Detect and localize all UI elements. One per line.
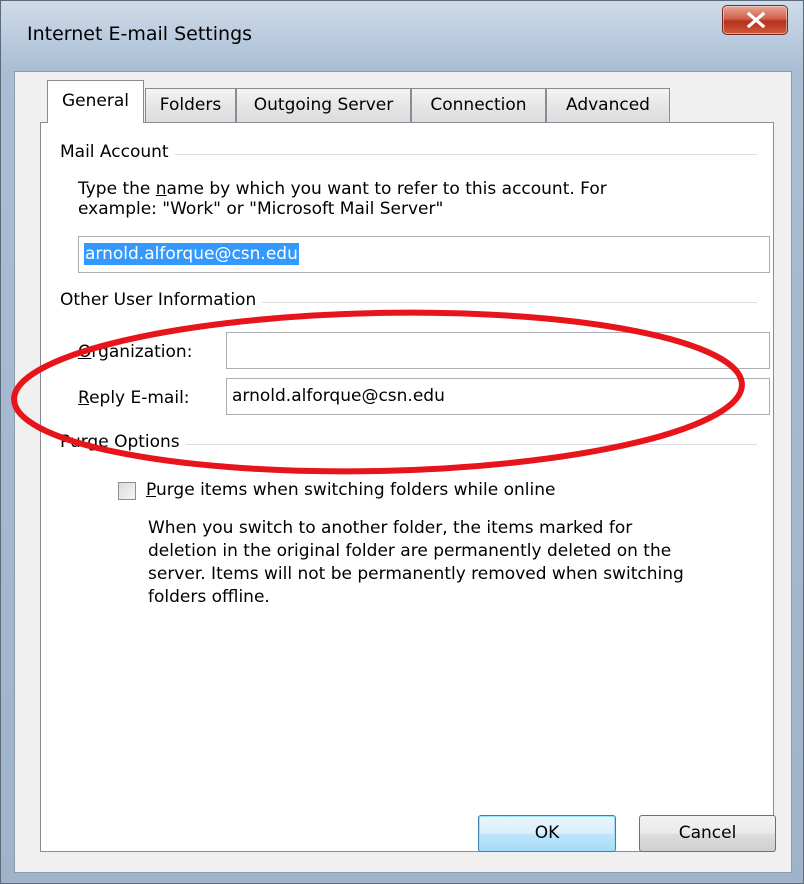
- reply-email-input[interactable]: arnold.alforque@csn.edu: [226, 378, 770, 415]
- purge-description-line2: deletion in the original folder are perm…: [148, 541, 672, 561]
- account-name-input[interactable]: arnold.alforque@csn.edu: [78, 236, 770, 273]
- general-tab-panel: Mail Account Type the name by which you …: [40, 122, 774, 852]
- organization-label: Organization:: [78, 342, 193, 362]
- window-title: Internet E-mail Settings: [27, 23, 253, 45]
- tab-advanced[interactable]: Advanced: [546, 88, 670, 122]
- account-name-value: arnold.alforque@csn.edu: [84, 243, 299, 265]
- reply-email-label: Reply E-mail:: [78, 388, 190, 408]
- other-user-info-group-title: Other User Information: [60, 290, 263, 310]
- tab-general[interactable]: General: [47, 80, 144, 123]
- dialog-window: Internet E-mail Settings General Folders…: [0, 0, 804, 884]
- dialog-body: General Folders Outgoing Server Connecti…: [14, 71, 792, 873]
- tab-advanced-label: Advanced: [566, 95, 650, 115]
- organization-input[interactable]: [226, 332, 770, 369]
- mail-account-group-title: Mail Account: [60, 142, 175, 162]
- purge-items-checkbox-label[interactable]: Purge items when switching folders while…: [146, 480, 555, 501]
- ok-button[interactable]: OK: [478, 815, 616, 852]
- tab-folders-label: Folders: [159, 95, 222, 115]
- tab-general-label: General: [62, 91, 129, 111]
- tab-connection-label: Connection: [430, 95, 527, 115]
- purge-options-group-title: Purge Options: [60, 432, 186, 452]
- cancel-button[interactable]: Cancel: [639, 815, 776, 852]
- tab-outgoing-server-label: Outgoing Server: [253, 95, 394, 115]
- tab-folders[interactable]: Folders: [145, 88, 236, 122]
- tab-outgoing-server[interactable]: Outgoing Server: [236, 88, 411, 122]
- tab-connection[interactable]: Connection: [411, 88, 546, 122]
- mail-account-description-line2: example: "Work" or "Microsoft Mail Serve…: [78, 199, 444, 219]
- purge-description-line1: When you switch to another folder, the i…: [148, 518, 633, 538]
- mail-account-description-line1: Type the name by which you want to refer…: [78, 179, 607, 199]
- close-icon: [746, 12, 766, 28]
- close-button[interactable]: [722, 5, 788, 35]
- title-bar[interactable]: Internet E-mail Settings: [1, 1, 804, 71]
- purge-description-line3: server. Items will not be permanently re…: [148, 564, 684, 584]
- purge-description-line4: folders offline.: [148, 587, 270, 607]
- purge-items-checkbox[interactable]: [118, 482, 136, 500]
